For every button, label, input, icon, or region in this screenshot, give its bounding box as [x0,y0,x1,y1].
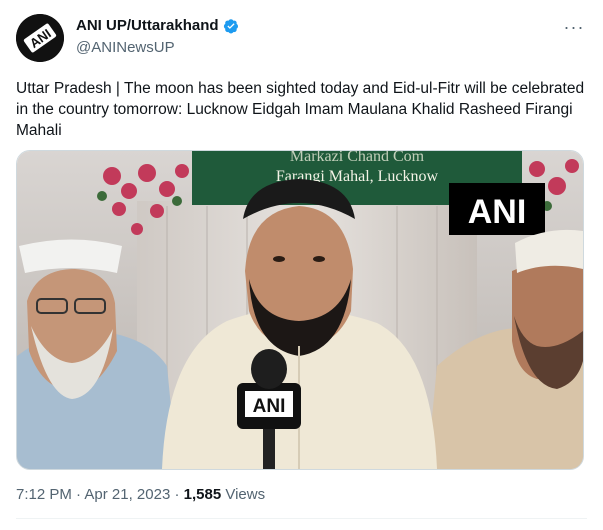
divider [16,518,587,519]
press-conference-photo: Markazi Chand Com Farangi Mahal, Lucknow… [17,151,583,469]
verified-badge-icon [223,18,239,34]
ani-logo-icon: ANI [16,14,64,62]
meta-separator: · [174,486,180,503]
meta-separator: · [76,486,82,503]
tweet-meta: 7:12 PM · Apr 21, 2023 · 1,585 Views [16,486,265,503]
tweet-text: Uttar Pradesh | The moon has been sighte… [16,80,585,139]
views-count: 1,585 [183,486,222,503]
tweet-date[interactable]: Apr 21, 2023 [84,486,170,503]
author-handle[interactable]: @ANINewsUP [76,39,175,56]
author-avatar[interactable]: ANI [16,14,64,62]
tweet-media-image[interactable]: Markazi Chand Com Farangi Mahal, Lucknow… [16,150,584,470]
ani-watermark: ANI [468,193,527,231]
author-name-row: ANI UP/Uttarakhand [76,17,239,34]
more-dots-icon: ··· [563,16,585,37]
mic-label: ANI [253,396,286,417]
author-display-name[interactable]: ANI UP/Uttarakhand [76,17,219,34]
tweet-card: ANI ANI UP/Uttarakhand @ANINewsUP ··· Ut… [0,0,603,530]
more-options-button[interactable]: ··· [563,17,585,37]
banner-top-text: Markazi Chand Com [290,151,425,165]
views-label: Views [225,486,266,503]
tweet-time[interactable]: 7:12 PM [16,486,72,503]
